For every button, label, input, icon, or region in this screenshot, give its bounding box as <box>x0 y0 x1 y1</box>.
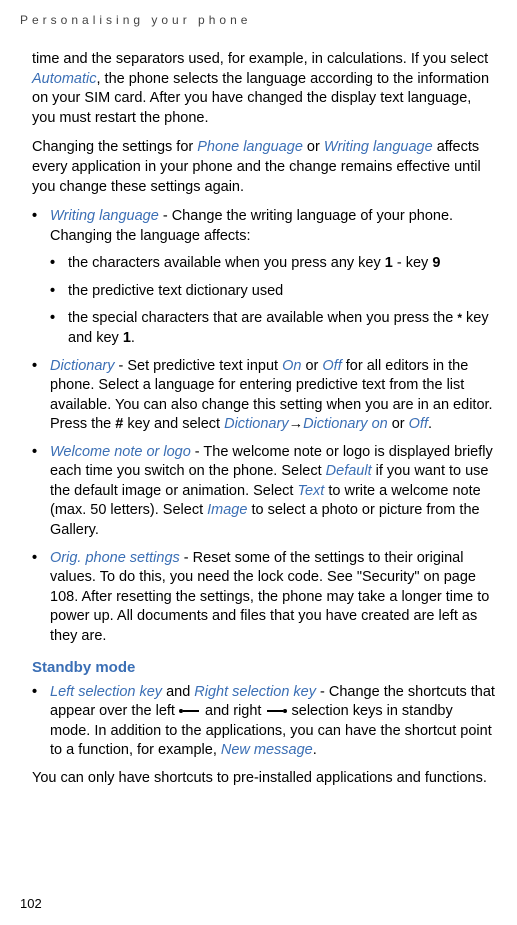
paragraph-changing-settings: Changing the settings for Phone language… <box>32 138 497 197</box>
bullet-dot: • <box>32 207 50 246</box>
text: key and select <box>123 416 224 432</box>
text: and right <box>201 703 266 719</box>
key-1: 1 <box>123 330 131 346</box>
dictionary-on-option: Dictionary on <box>303 416 388 432</box>
bullet-selection-keys: • Left selection key and Right selection… <box>32 683 497 761</box>
page-content: time and the separators used, for exampl… <box>20 50 497 788</box>
bullet-text: Writing language - Change the writing la… <box>50 207 497 246</box>
sub-bullet-special-chars: • the special characters that are availa… <box>32 309 497 348</box>
text: or <box>301 358 322 374</box>
orig-phone-settings-option: Orig. phone settings <box>50 550 180 566</box>
bullet-text: the characters available when you press … <box>68 254 497 274</box>
bullet-text: Orig. phone settings - Reset some of the… <box>50 549 497 647</box>
text: , the phone selects the language accordi… <box>32 71 489 126</box>
left-softkey-icon <box>179 708 201 714</box>
bullet-writing-language: • Writing language - Change the writing … <box>32 207 497 246</box>
bullet-text: the special characters that are availabl… <box>68 309 497 348</box>
text: - key <box>393 255 432 271</box>
page-number: 102 <box>20 895 42 913</box>
text: the special characters that are availabl… <box>68 310 457 326</box>
bullet-dot: • <box>32 443 50 541</box>
text: - Set predictive text input <box>114 358 282 374</box>
default-option: Default <box>326 463 372 479</box>
writing-language-option: Writing language <box>50 208 159 224</box>
bullet-dot: • <box>50 309 68 348</box>
text: time and the separators used, for exampl… <box>32 51 488 67</box>
image-option: Image <box>207 502 247 518</box>
dictionary-menu: Dictionary <box>224 416 288 432</box>
writing-language-term: Writing language <box>324 139 433 155</box>
text: and <box>162 684 194 700</box>
bullet-orig-settings: • Orig. phone settings - Reset some of t… <box>32 549 497 647</box>
off-option-2: Off <box>409 416 428 432</box>
text: or <box>303 139 324 155</box>
bullet-text: Left selection key and Right selection k… <box>50 683 497 761</box>
bullet-text: Welcome note or logo - The welcome note … <box>50 443 497 541</box>
phone-language-term: Phone language <box>197 139 303 155</box>
arrow-icon: → <box>289 416 304 432</box>
bullet-dot: • <box>32 549 50 647</box>
bullet-text: the predictive text dictionary used <box>68 282 497 302</box>
paragraph-automatic: time and the separators used, for exampl… <box>32 50 497 128</box>
sub-bullet-predictive: • the predictive text dictionary used <box>32 282 497 302</box>
sub-bullet-characters: • the characters available when you pres… <box>32 254 497 274</box>
bullet-dot: • <box>50 254 68 274</box>
text-option: Text <box>297 483 324 499</box>
left-selection-key-option: Left selection key <box>50 684 162 700</box>
automatic-option: Automatic <box>32 71 96 87</box>
text: . <box>131 330 135 346</box>
text: . <box>313 742 317 758</box>
new-message-example: New message <box>221 742 313 758</box>
standby-mode-heading: Standby mode <box>32 658 497 678</box>
key-1: 1 <box>385 255 393 271</box>
bullet-dot: • <box>32 683 50 761</box>
bullet-welcome-note: • Welcome note or logo - The welcome not… <box>32 443 497 541</box>
on-option: On <box>282 358 301 374</box>
right-selection-key-option: Right selection key <box>194 684 316 700</box>
text: the characters available when you press … <box>68 255 385 271</box>
dictionary-option: Dictionary <box>50 358 114 374</box>
text: or <box>388 416 409 432</box>
right-softkey-icon <box>265 708 287 714</box>
text: Changing the settings for <box>32 139 197 155</box>
bullet-dot: • <box>50 282 68 302</box>
welcome-note-option: Welcome note or logo <box>50 444 191 460</box>
text: . <box>428 416 432 432</box>
bullet-text: Dictionary - Set predictive text input O… <box>50 357 497 435</box>
page-header: Personalising your phone <box>20 12 497 28</box>
bullet-dictionary: • Dictionary - Set predictive text input… <box>32 357 497 435</box>
off-option: Off <box>322 358 341 374</box>
paragraph-shortcuts-note: You can only have shortcuts to pre-insta… <box>32 769 497 789</box>
bullet-dot: • <box>32 357 50 435</box>
key-9: 9 <box>432 255 440 271</box>
